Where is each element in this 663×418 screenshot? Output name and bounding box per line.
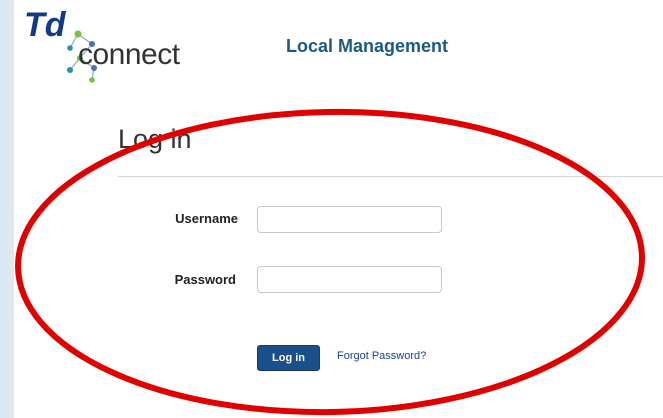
login-heading: Log in	[118, 124, 192, 154]
left-sidebar-stripe	[0, 0, 14, 418]
password-label: Password	[174, 272, 236, 287]
app-title: Local Management	[286, 36, 449, 56]
login-page: Td connect Local Management Log in Usern…	[0, 0, 663, 418]
heading-divider	[118, 176, 663, 177]
username-label: Username	[175, 211, 238, 226]
password-input[interactable]	[257, 266, 442, 293]
td-connect-logo: Td connect	[22, 0, 232, 90]
logo-connect-text: connect	[78, 38, 181, 71]
forgot-password-link[interactable]: Forgot Password?	[337, 350, 426, 362]
td-connect-logo-graphic: Td connect	[24, 6, 181, 83]
login-button[interactable]: Log in	[257, 345, 320, 371]
username-input[interactable]	[257, 206, 442, 233]
logo-td-text: Td	[24, 6, 67, 44]
